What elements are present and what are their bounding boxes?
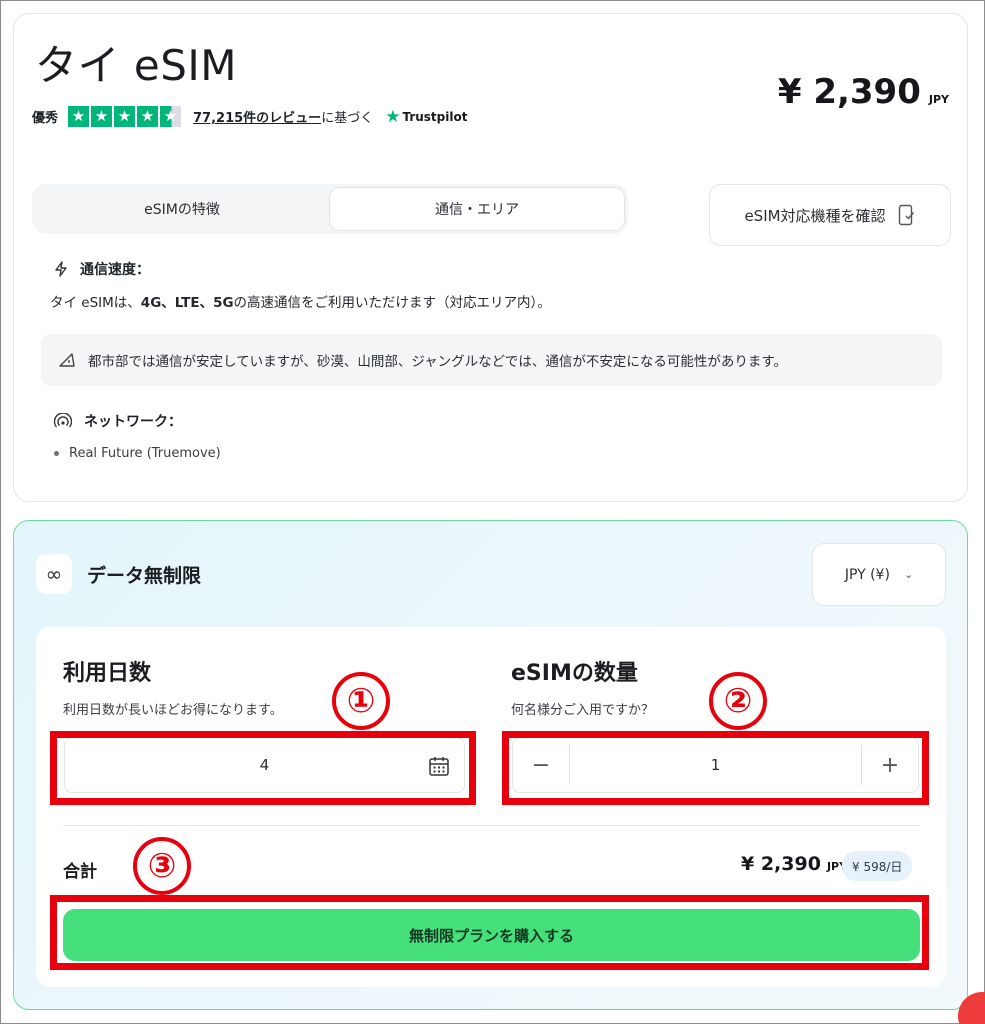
- warning-triangle-icon: [59, 353, 75, 367]
- tab-esim-features[interactable]: eSIMの特徴: [35, 187, 329, 231]
- lightning-icon: [55, 261, 67, 277]
- days-label: 利用日数: [63, 661, 152, 686]
- signal-icon: [54, 413, 72, 428]
- reviews-suffix: に基づく: [321, 111, 374, 126]
- speed-text-bold: 4G、LTE、5G: [140, 295, 234, 311]
- quantity-label: eSIMの数量: [511, 661, 638, 686]
- product-card: タイ eSIM ¥ 2,390 JPY 優秀 ★ ★ ★ ★ ★ 77,215件…: [13, 13, 968, 502]
- total-amount: ¥ 2,390: [741, 853, 821, 875]
- annotation-number-1: ①: [332, 672, 390, 730]
- total-price: ¥ 2,390 JPY: [741, 853, 847, 875]
- chevron-down-icon: ⌄: [903, 568, 914, 581]
- network-name: Real Future (Truemove): [69, 446, 221, 461]
- annotation-box-days: [50, 731, 476, 805]
- info-tabs: eSIMの特徴 通信・エリア: [32, 184, 628, 234]
- trustpilot-star-icon: ★: [385, 106, 401, 127]
- coverage-notice: 都市部では通信が安定していますが、砂漠、山間部、ジャングルなどでは、通信が不安定…: [41, 334, 942, 386]
- product-price: ¥ 2,390 JPY: [778, 72, 949, 112]
- annotation-number-2: ②: [709, 672, 767, 730]
- tab-network-area[interactable]: 通信・エリア: [329, 187, 625, 231]
- price-amount: ¥ 2,390: [777, 72, 921, 112]
- star-icon: ★: [91, 106, 113, 127]
- total-label: 合計: [63, 862, 97, 882]
- section-divider: [63, 825, 920, 826]
- rating-row: 優秀 ★ ★ ★ ★ ★ 77,215件のレビュー に基づく ★ Trustpi…: [32, 106, 467, 127]
- rating-label: 優秀: [32, 111, 59, 126]
- network-list-item: Real Future (Truemove): [54, 446, 221, 461]
- quantity-hint: 何名様分ご入用ですか？: [511, 703, 655, 718]
- half-star-icon: ★: [160, 106, 182, 127]
- annotation-number-3: ③: [133, 837, 191, 895]
- trustpilot-label: Trustpilot: [402, 109, 468, 124]
- star-icon: ★: [137, 106, 159, 127]
- trustpilot-logo: ★ Trustpilot: [385, 107, 467, 127]
- check-compatible-devices-button[interactable]: eSIM対応機種を確認: [709, 184, 951, 246]
- currency-select-value: JPY (¥): [844, 566, 890, 583]
- speed-heading: 通信速度：: [54, 259, 150, 279]
- star-icon: ★: [68, 106, 90, 127]
- notice-text: 都市部では通信が安定していますが、砂漠、山間部、ジャングルなどでは、通信が不安定…: [88, 354, 788, 370]
- compat-button-label: eSIM対応機種を確認: [744, 206, 886, 225]
- price-currency: JPY: [928, 93, 949, 106]
- speed-text-suffix: の高速通信をご利用いただけます（対応エリア内）。: [233, 295, 551, 311]
- network-heading-label: ネットワーク：: [84, 414, 182, 430]
- plan-name: データ無制限: [87, 565, 202, 587]
- per-day-badge: ¥ 598/日: [842, 851, 913, 881]
- speed-description: タイ eSIMは、4G、LTE、5Gの高速通信をご利用いただけます（対応エリア内…: [50, 291, 551, 311]
- network-heading: ネットワーク：: [54, 411, 182, 431]
- reviews-link[interactable]: 77,215件のレビュー: [193, 107, 321, 126]
- infinity-icon: ∞: [36, 554, 72, 594]
- bullet-dot: [54, 451, 59, 456]
- annotation-box-buy: [50, 895, 929, 970]
- speed-text-prefix: タイ eSIMは、: [50, 295, 141, 311]
- star-icon: ★: [114, 106, 136, 127]
- device-check-icon: [898, 204, 914, 226]
- annotation-box-quantity: [502, 731, 929, 805]
- rating-stars: ★ ★ ★ ★ ★: [68, 106, 182, 127]
- currency-select[interactable]: JPY (¥) ⌄: [812, 543, 946, 606]
- days-hint: 利用日数が長いほどお得になります。: [63, 703, 283, 718]
- product-title: タイ eSIM: [35, 41, 237, 90]
- speed-heading-label: 通信速度：: [80, 262, 150, 278]
